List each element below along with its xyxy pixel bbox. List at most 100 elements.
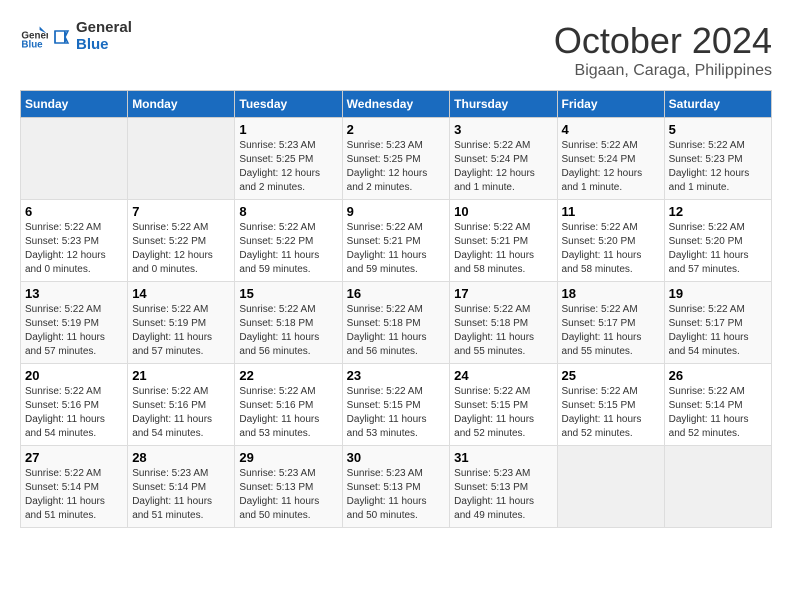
header-wednesday: Wednesday [342, 91, 450, 118]
day-number: 15 [239, 286, 337, 301]
calendar-cell: 25 Sunrise: 5:22 AM Sunset: 5:15 PM Dayli… [557, 364, 664, 446]
calendar-cell: 1 Sunrise: 5:23 AM Sunset: 5:25 PM Daylig… [235, 118, 342, 200]
day-info: Sunrise: 5:22 AM Sunset: 5:21 PM Dayligh… [347, 221, 446, 277]
day-number: 29 [239, 450, 337, 465]
day-info: Sunrise: 5:22 AM Sunset: 5:18 PM Dayligh… [454, 303, 552, 359]
day-info: Sunrise: 5:22 AM Sunset: 5:15 PM Dayligh… [562, 385, 660, 441]
header-thursday: Thursday [450, 91, 557, 118]
day-number: 14 [132, 286, 230, 301]
day-info: Sunrise: 5:22 AM Sunset: 5:17 PM Dayligh… [562, 303, 660, 359]
calendar-cell: 18 Sunrise: 5:22 AM Sunset: 5:17 PM Dayli… [557, 282, 664, 364]
day-number: 3 [454, 122, 552, 137]
calendar-cell: 14 Sunrise: 5:22 AM Sunset: 5:19 PM Dayli… [128, 282, 235, 364]
day-info: Sunrise: 5:22 AM Sunset: 5:18 PM Dayligh… [347, 303, 446, 359]
day-info: Sunrise: 5:23 AM Sunset: 5:14 PM Dayligh… [132, 467, 230, 523]
day-info: Sunrise: 5:22 AM Sunset: 5:22 PM Dayligh… [239, 221, 337, 277]
day-info: Sunrise: 5:22 AM Sunset: 5:15 PM Dayligh… [347, 385, 446, 441]
day-number: 31 [454, 450, 552, 465]
calendar-cell: 17Sunrise: 5:22 AM Sunset: 5:18 PM Dayli… [450, 282, 557, 364]
day-number: 4 [562, 122, 660, 137]
calendar-cell: 3 Sunrise: 5:22 AM Sunset: 5:24 PM Daylig… [450, 118, 557, 200]
day-info: Sunrise: 5:22 AM Sunset: 5:16 PM Dayligh… [132, 385, 230, 441]
calendar-cell: 15 Sunrise: 5:22 AM Sunset: 5:18 PM Dayli… [235, 282, 342, 364]
week-row-3: 13 Sunrise: 5:22 AM Sunset: 5:19 PM Dayli… [21, 282, 772, 364]
day-info: Sunrise: 5:22 AM Sunset: 5:24 PM Dayligh… [454, 139, 552, 195]
day-number: 23 [347, 368, 446, 383]
header-saturday: Saturday [664, 91, 771, 118]
week-row-4: 20 Sunrise: 5:22 AM Sunset: 5:16 PM Dayli… [21, 364, 772, 446]
logo-icon: General Blue [20, 23, 48, 51]
day-info: Sunrise: 5:22 AM Sunset: 5:24 PM Dayligh… [562, 139, 660, 195]
day-info: Sunrise: 5:23 AM Sunset: 5:13 PM Dayligh… [347, 467, 446, 523]
calendar-cell: 24 Sunrise: 5:22 AM Sunset: 5:15 PM Dayli… [450, 364, 557, 446]
svg-text:Blue: Blue [21, 39, 43, 50]
day-number: 30 [347, 450, 446, 465]
calendar-cell [128, 118, 235, 200]
calendar-cell: 21Sunrise: 5:22 AM Sunset: 5:16 PM Dayli… [128, 364, 235, 446]
calendar-cell: 8 Sunrise: 5:22 AM Sunset: 5:22 PM Daylig… [235, 200, 342, 282]
day-number: 2 [347, 122, 446, 137]
calendar-header-row: SundayMondayTuesdayWednesdayThursdayFrid… [21, 91, 772, 118]
day-number: 26 [669, 368, 767, 383]
calendar-cell: 10Sunrise: 5:22 AM Sunset: 5:21 PM Dayli… [450, 200, 557, 282]
day-info: Sunrise: 5:22 AM Sunset: 5:20 PM Dayligh… [669, 221, 767, 277]
day-number: 24 [454, 368, 552, 383]
day-number: 9 [347, 204, 446, 219]
day-number: 18 [562, 286, 660, 301]
calendar-cell: 9 Sunrise: 5:22 AM Sunset: 5:21 PM Daylig… [342, 200, 450, 282]
calendar-cell [21, 118, 128, 200]
day-info: Sunrise: 5:22 AM Sunset: 5:23 PM Dayligh… [25, 221, 123, 277]
calendar-cell: 19Sunrise: 5:22 AM Sunset: 5:17 PM Dayli… [664, 282, 771, 364]
day-info: Sunrise: 5:22 AM Sunset: 5:15 PM Dayligh… [454, 385, 552, 441]
header-tuesday: Tuesday [235, 91, 342, 118]
week-row-1: 1 Sunrise: 5:23 AM Sunset: 5:25 PM Daylig… [21, 118, 772, 200]
month-title: October 2024 [554, 20, 772, 62]
calendar-cell [557, 446, 664, 528]
day-info: Sunrise: 5:22 AM Sunset: 5:23 PM Dayligh… [669, 139, 767, 195]
day-number: 5 [669, 122, 767, 137]
calendar-table: SundayMondayTuesdayWednesdayThursdayFrid… [20, 90, 772, 528]
week-row-2: 6 Sunrise: 5:22 AM Sunset: 5:23 PM Daylig… [21, 200, 772, 282]
calendar-cell: 11Sunrise: 5:22 AM Sunset: 5:20 PM Dayli… [557, 200, 664, 282]
day-number: 6 [25, 204, 123, 219]
calendar-cell: 26 Sunrise: 5:22 AM Sunset: 5:14 PM Dayli… [664, 364, 771, 446]
day-info: Sunrise: 5:22 AM Sunset: 5:16 PM Dayligh… [25, 385, 123, 441]
day-number: 13 [25, 286, 123, 301]
day-number: 12 [669, 204, 767, 219]
calendar-cell: 29Sunrise: 5:23 AM Sunset: 5:13 PM Dayli… [235, 446, 342, 528]
day-info: Sunrise: 5:22 AM Sunset: 5:18 PM Dayligh… [239, 303, 337, 359]
day-number: 16 [347, 286, 446, 301]
header-friday: Friday [557, 91, 664, 118]
day-info: Sunrise: 5:22 AM Sunset: 5:19 PM Dayligh… [132, 303, 230, 359]
calendar-cell: 7Sunrise: 5:22 AM Sunset: 5:22 PM Daylig… [128, 200, 235, 282]
calendar-cell: 22Sunrise: 5:22 AM Sunset: 5:16 PM Dayli… [235, 364, 342, 446]
day-number: 25 [562, 368, 660, 383]
calendar-cell: 20 Sunrise: 5:22 AM Sunset: 5:16 PM Dayli… [21, 364, 128, 446]
day-info: Sunrise: 5:22 AM Sunset: 5:14 PM Dayligh… [25, 467, 123, 523]
day-number: 28 [132, 450, 230, 465]
calendar-body: 1 Sunrise: 5:23 AM Sunset: 5:25 PM Daylig… [21, 118, 772, 528]
day-info: Sunrise: 5:23 AM Sunset: 5:25 PM Dayligh… [239, 139, 337, 195]
header-monday: Monday [128, 91, 235, 118]
header-sunday: Sunday [21, 91, 128, 118]
week-row-5: 27 Sunrise: 5:22 AM Sunset: 5:14 PM Dayli… [21, 446, 772, 528]
title-block: October 2024 Bigaan, Caraga, Philippines [554, 20, 772, 80]
calendar-cell: 27 Sunrise: 5:22 AM Sunset: 5:14 PM Dayli… [21, 446, 128, 528]
day-number: 7 [132, 204, 230, 219]
day-number: 10 [454, 204, 552, 219]
calendar-cell: 16 Sunrise: 5:22 AM Sunset: 5:18 PM Dayli… [342, 282, 450, 364]
day-number: 27 [25, 450, 123, 465]
calendar-cell: 31Sunrise: 5:23 AM Sunset: 5:13 PM Dayli… [450, 446, 557, 528]
calendar-cell: 5 Sunrise: 5:22 AM Sunset: 5:23 PM Daylig… [664, 118, 771, 200]
day-info: Sunrise: 5:22 AM Sunset: 5:14 PM Dayligh… [669, 385, 767, 441]
day-number: 19 [669, 286, 767, 301]
day-number: 8 [239, 204, 337, 219]
calendar-cell: 4 Sunrise: 5:22 AM Sunset: 5:24 PM Daylig… [557, 118, 664, 200]
day-number: 20 [25, 368, 123, 383]
calendar-cell: 6 Sunrise: 5:22 AM Sunset: 5:23 PM Daylig… [21, 200, 128, 282]
page-header: General Blue General Blue October 2024 B… [20, 20, 772, 80]
day-number: 1 [239, 122, 337, 137]
day-info: Sunrise: 5:23 AM Sunset: 5:25 PM Dayligh… [347, 139, 446, 195]
calendar-cell: 28 Sunrise: 5:23 AM Sunset: 5:14 PM Dayli… [128, 446, 235, 528]
day-info: Sunrise: 5:22 AM Sunset: 5:20 PM Dayligh… [562, 221, 660, 277]
